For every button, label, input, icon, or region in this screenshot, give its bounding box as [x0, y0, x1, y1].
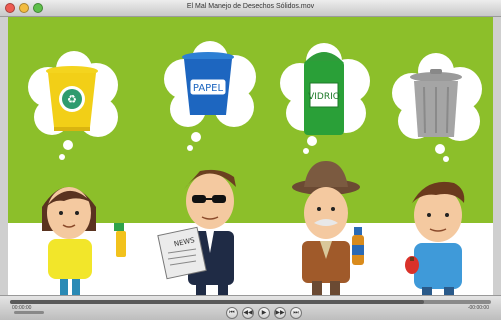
playback-timeline[interactable] [10, 300, 491, 304]
fast-forward-button[interactable]: ▶▶ [274, 307, 286, 319]
newspaper-icon: NEWS [157, 226, 207, 280]
green-glass-bin: VIDRIO [304, 52, 344, 135]
skip-start-button[interactable]: ⏮ [226, 307, 238, 319]
video-scene: ♻ PAPEL VIDRIO NEWS [8, 17, 493, 295]
window-title: El Mal Manejo de Desechos Sólidos.mov [186, 3, 315, 10]
papel-label: PAPEL [193, 83, 224, 94]
playback-progress [10, 300, 424, 304]
blue-paper-bin: PAPEL [182, 52, 234, 115]
grey-trash-can [410, 69, 462, 137]
skip-end-button[interactable]: ⏭ [290, 307, 302, 319]
play-button[interactable]: ▶ [258, 307, 270, 319]
player-controls: 00:00:00 -00:00:00 ⏮ ◀◀ ▶ ▶▶ ⏭ [0, 295, 501, 320]
video-frame[interactable]: ♻ PAPEL VIDRIO NEWS [8, 17, 493, 295]
volume-slider[interactable] [14, 311, 44, 314]
window-titlebar: El Mal Manejo de Desechos Sólidos.mov [0, 0, 501, 17]
remaining-time: -00:00:00 [467, 305, 489, 311]
apple-core-icon [405, 256, 419, 274]
recycle-icon: ♻ [67, 93, 77, 106]
rewind-button[interactable]: ◀◀ [242, 307, 254, 319]
vidrio-label: VIDRIO [308, 92, 340, 102]
yellow-recycle-bin: ♻ [46, 66, 98, 131]
transport-buttons: ⏮ ◀◀ ▶ ▶▶ ⏭ [226, 307, 302, 319]
